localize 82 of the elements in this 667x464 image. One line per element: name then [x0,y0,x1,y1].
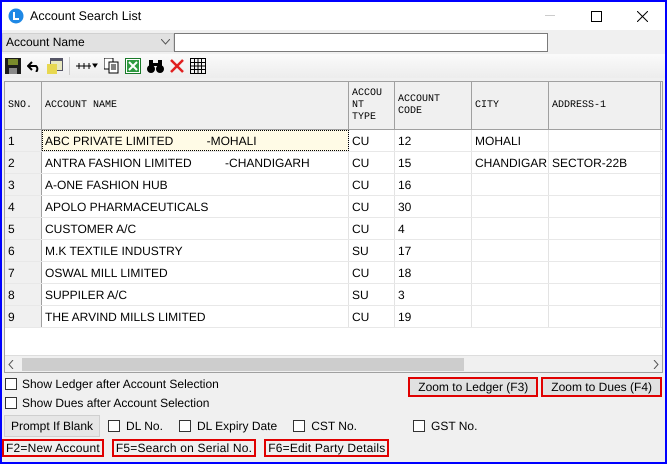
maximize-icon[interactable] [590,10,602,22]
checkbox[interactable] [108,420,120,432]
close-icon[interactable] [636,10,648,22]
column-header[interactable]: ACCOU NT TYPE [349,82,395,129]
checkbox-label: GST No. [430,419,478,433]
column-header[interactable]: CITY [472,82,549,129]
shortcut-hint: F6=Edit Party Details [264,439,390,457]
checkbox-label: Show Ledger after Account Selection [22,377,219,391]
table-cell: 19 [395,306,472,327]
row-number: 5 [5,218,42,239]
column-header[interactable]: SNO. [5,82,42,129]
table-cell: CU [349,196,395,217]
table-cell[interactable]: SUPPILER A/C [42,284,349,305]
checkbox-label: DL No. [126,419,163,433]
scroll-left-icon[interactable] [8,360,14,368]
save-icon[interactable] [5,58,21,74]
chevron-icon[interactable] [161,39,170,45]
table-cell: SU [349,284,395,305]
scroll-right-icon[interactable] [653,360,659,368]
checkbox[interactable] [5,378,17,390]
column-header[interactable]: ACCOUNT NAME [42,82,349,129]
table-cell: CHANDIGAR [472,152,549,173]
shortcut-hint: F5=Search on Serial No. [112,439,256,457]
undo-icon[interactable] [27,60,41,72]
table-cell: 18 [395,262,472,283]
column-header[interactable]: ACCOUNT CODE [395,82,472,129]
shortcut-hint: F2=New Account [2,439,104,457]
window-title: Account Search List [30,9,142,23]
row-number: 6 [5,240,42,261]
search-field-dropdown[interactable]: Account Name [2,32,174,52]
column-header[interactable]: ADDRESS-1 [549,82,661,129]
checkbox[interactable] [5,397,17,409]
checkbox[interactable] [412,420,425,432]
table-cell: MOHALI [472,130,549,151]
delete-icon[interactable] [170,59,184,73]
row-number: 3 [5,174,42,195]
table-cell[interactable]: OSWAL MILL LIMITED [42,262,349,283]
copy-icon[interactable] [104,58,119,74]
row-number: 1 [5,130,42,151]
checkbox[interactable] [293,420,306,432]
table-cell: CU [349,218,395,239]
table-cell: 4 [395,218,472,239]
checkbox-label: CST No. [311,419,357,433]
table-cell: CU [349,152,395,173]
window-icon[interactable] [47,58,63,74]
table-cell[interactable]: ABC PRIVATE LIMITED -MOHALI [42,130,349,151]
grid-icon[interactable] [190,58,206,74]
checkbox-label: Show Dues after Account Selection [22,396,210,410]
row-number: 2 [5,152,42,173]
checkbox-label: DL Expiry Date [196,419,278,433]
table-cell[interactable]: A-ONE FASHION HUB [42,174,349,195]
table-cell[interactable]: ANTRA FASHION LIMITED -CHANDIGARH [42,152,349,173]
table-cell: CU [349,130,395,151]
row-number: 4 [5,196,42,217]
table-cell: 12 [395,130,472,151]
app-icon [8,8,24,24]
table-cell: CU [349,306,395,327]
column-width-icon[interactable] [76,61,98,71]
table-cell: SU [349,240,395,261]
search-field[interactable] [174,32,548,52]
table-cell[interactable]: M.K TEXTILE INDUSTRY [42,240,349,261]
spreadsheet-icon[interactable] [125,58,141,74]
table-cell[interactable]: CUSTOMER A/C [42,218,349,239]
table-cell[interactable]: THE ARVIND MILLS LIMITED [42,306,349,327]
scrollbar-thumb[interactable] [22,358,464,370]
table-cell: 30 [395,196,472,217]
binoculars-icon[interactable] [147,59,164,73]
table-cell: SECTOR-22B [549,152,661,173]
zoom-button[interactable]: Zoom to Ledger (F3) [408,377,538,397]
table-cell[interactable]: APOLO PHARMACEUTICALS [42,196,349,217]
zoom-button[interactable]: Zoom to Dues (F4) [541,377,662,397]
prompt-label: Prompt If Blank [4,415,100,437]
row-number: 9 [5,306,42,327]
row-number: 8 [5,284,42,305]
table-cell: 3 [395,284,472,305]
table-cell: CU [349,262,395,283]
table-cell: 17 [395,240,472,261]
table-cell: 15 [395,152,472,173]
table-cell: 16 [395,174,472,195]
row-number: 7 [5,262,42,283]
checkbox[interactable] [178,420,191,432]
table-cell: CU [349,174,395,195]
